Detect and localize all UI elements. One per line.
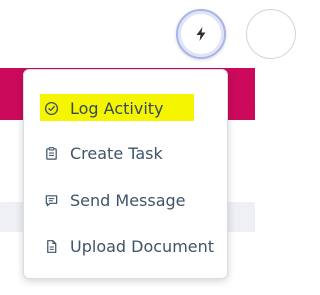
lightning-bolt-icon bbox=[196, 27, 206, 41]
menu-item-label: Log Activity bbox=[70, 98, 164, 118]
secondary-header-button[interactable] bbox=[246, 9, 296, 59]
menu-item-log-activity[interactable]: Log Activity bbox=[24, 92, 229, 124]
check-circle-icon bbox=[43, 100, 59, 116]
menu-item-label: Create Task bbox=[70, 143, 163, 163]
menu-item-create-task[interactable]: Create Task bbox=[24, 137, 229, 169]
menu-item-label: Send Message bbox=[70, 190, 186, 210]
menu-item-send-message[interactable]: Send Message bbox=[24, 184, 229, 216]
quick-actions-dropdown: Log Activity Create Task Send Message Up… bbox=[23, 69, 228, 279]
menu-item-label: Upload Document bbox=[70, 236, 215, 256]
document-icon bbox=[43, 238, 59, 254]
quick-actions-button[interactable] bbox=[176, 9, 226, 59]
menu-item-upload-document[interactable]: Upload Document bbox=[24, 230, 229, 262]
chat-bubble-icon bbox=[43, 192, 59, 208]
clipboard-icon bbox=[43, 145, 59, 161]
